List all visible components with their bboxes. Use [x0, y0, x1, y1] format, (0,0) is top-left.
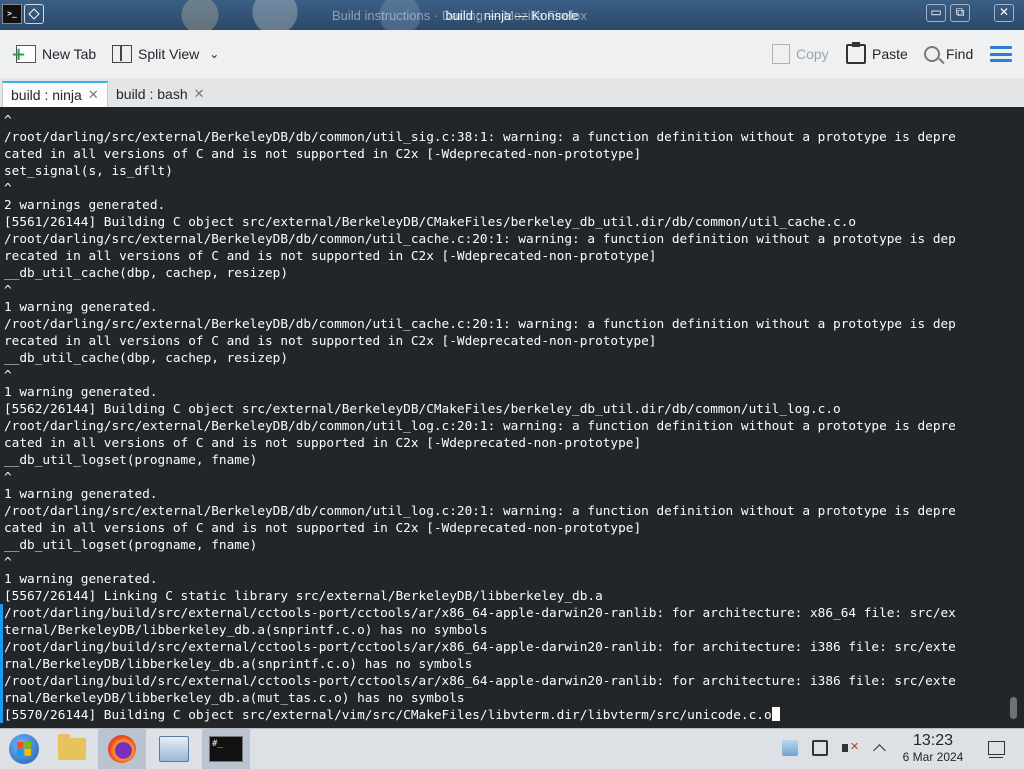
tab-label: build : ninja: [11, 87, 82, 103]
find-button[interactable]: Find: [924, 43, 973, 65]
konsole-icon: #_: [209, 736, 243, 762]
terminal-line: ^: [4, 113, 12, 128]
tab-bar: build : ninja ✕ build : bash ✕: [0, 78, 1024, 108]
taskbar: #_ 13:23 6 Mar 2024: [0, 728, 1024, 769]
firefox-icon: [108, 735, 136, 763]
paste-label: Paste: [872, 46, 908, 62]
terminal-line: 1 warning generated.: [4, 300, 158, 315]
terminal-line: 2 warnings generated.: [4, 198, 166, 213]
terminal-line: /root/darling/build/src/external/cctools…: [4, 640, 956, 655]
terminal-line: ^: [4, 283, 12, 298]
terminal-line: ^: [4, 181, 12, 196]
terminal-line: /root/darling/src/external/BerkeleyDB/db…: [4, 419, 956, 434]
close-tab-icon[interactable]: ✕: [88, 87, 99, 103]
terminal-line: /root/darling/src/external/BerkeleyDB/db…: [4, 130, 956, 145]
volume-muted-icon[interactable]: [842, 740, 859, 756]
terminal-line: /root/darling/src/external/BerkeleyDB/db…: [4, 232, 956, 247]
terminal-line: 1 warning generated.: [4, 487, 158, 502]
terminal-line: cated in all versions of C and is not su…: [4, 436, 642, 451]
terminal-line: set_signal(s, is_dflt): [4, 164, 173, 179]
new-tab-label: New Tab: [42, 46, 97, 62]
terminal-line: /root/darling/src/external/BerkeleyDB/db…: [4, 317, 956, 332]
new-tab-button[interactable]: New Tab: [11, 43, 97, 65]
window-titlebar[interactable]: >_ Build instructions · Darling — Mozill…: [0, 0, 1024, 30]
terminal-line: /root/darling/build/src/external/cctools…: [4, 606, 956, 621]
terminal-line: cated in all versions of C and is not su…: [4, 521, 642, 536]
terminal-line: rnal/BerkeleyDB/libberkeley_db.a(snprint…: [4, 657, 473, 672]
clipboard-icon[interactable]: [812, 740, 828, 756]
close-button[interactable]: ✕: [994, 4, 1014, 22]
terminal-line: __db_util_cache(dbp, cachep, resizep): [4, 351, 289, 366]
window-title: build : ninja — Konsole: [445, 8, 579, 23]
taskbar-system-settings[interactable]: [150, 729, 198, 769]
split-view-icon: [112, 45, 132, 63]
clock-time[interactable]: 13:23: [900, 732, 966, 750]
terminal-line: 1 warning generated.: [4, 385, 158, 400]
paste-icon: [846, 42, 866, 64]
terminal-line: [5562/26144] Building C object src/exter…: [4, 402, 841, 417]
close-tab-icon[interactable]: ✕: [194, 86, 205, 102]
tab-label: build : bash: [116, 86, 188, 102]
terminal-output[interactable]: ^ /root/darling/src/external/BerkeleyDB/d…: [0, 107, 1024, 728]
terminal-line: ^: [4, 470, 12, 485]
terminal-line: [5561/26144] Building C object src/exter…: [4, 215, 857, 230]
copy-icon: [772, 44, 790, 64]
terminal-line: 1 warning generated.: [4, 572, 158, 587]
chevron-down-icon: ⌄: [209, 47, 220, 61]
maximize-button[interactable]: ⧉: [950, 4, 970, 22]
terminal-line: ternal/BerkeleyDB/libberkeley_db.a(snpri…: [4, 623, 488, 638]
terminal-line: ^: [4, 555, 12, 570]
terminal-line: ^: [4, 368, 12, 383]
copy-button[interactable]: Copy: [772, 43, 829, 65]
terminal-line: rnal/BerkeleyDB/libberkeley_db.a(mut_tas…: [4, 691, 465, 706]
terminal-line: recated in all versions of C and is not …: [4, 249, 657, 264]
taskbar-file-manager[interactable]: [48, 729, 96, 769]
copy-label: Copy: [796, 46, 829, 62]
terminal-line: /root/darling/build/src/external/cctools…: [4, 674, 956, 689]
selection-marker: [0, 604, 3, 723]
terminal-line: recated in all versions of C and is not …: [4, 334, 657, 349]
find-label: Find: [946, 46, 974, 62]
chevron-up-icon[interactable]: [872, 740, 888, 756]
clock-date[interactable]: 6 Mar 2024: [892, 750, 974, 764]
konsole-toolbar: New Tab Split View ⌄ Copy Paste Find: [0, 30, 1024, 79]
terminal-line: __db_util_logset(progname, fname): [4, 538, 258, 553]
start-menu-icon: [9, 734, 39, 764]
folder-icon: [58, 734, 86, 760]
terminal-lines: ^ /root/darling/src/external/BerkeleyDB/d…: [4, 112, 1004, 724]
start-menu-button[interactable]: [0, 729, 48, 769]
split-view-label: Split View: [138, 46, 200, 62]
taskbar-firefox[interactable]: [98, 729, 146, 769]
terminal-line: __db_util_cache(dbp, cachep, resizep): [4, 266, 289, 281]
paste-button[interactable]: Paste: [846, 42, 908, 65]
terminal-line: [5567/26144] Linking C static library sr…: [4, 589, 603, 604]
minimize-button[interactable]: ▭: [926, 4, 946, 22]
hamburger-menu-icon[interactable]: [990, 46, 1012, 62]
terminal-line: cated in all versions of C and is not su…: [4, 147, 642, 162]
tab-build-ninja[interactable]: build : ninja ✕: [2, 81, 108, 107]
system-tray-updates-icon[interactable]: [782, 740, 798, 756]
new-tab-icon: [11, 45, 36, 63]
terminal-line: /root/darling/src/external/BerkeleyDB/db…: [4, 504, 956, 519]
scrollbar-handle[interactable]: [1010, 697, 1017, 719]
text-cursor: [771, 707, 780, 721]
show-desktop-icon[interactable]: [988, 741, 1005, 758]
terminal-line-current: [5570/26144] Building C object src/exter…: [4, 707, 1004, 724]
terminal-line: __db_util_logset(progname, fname): [4, 453, 258, 468]
search-icon: [924, 46, 940, 62]
system-settings-icon: [159, 736, 189, 762]
split-view-button[interactable]: Split View ⌄: [112, 43, 219, 65]
terminal-current-text: [5570/26144] Building C object src/exter…: [4, 708, 772, 723]
tab-build-bash[interactable]: build : bash ✕: [108, 81, 213, 107]
taskbar-konsole[interactable]: #_: [202, 729, 250, 769]
